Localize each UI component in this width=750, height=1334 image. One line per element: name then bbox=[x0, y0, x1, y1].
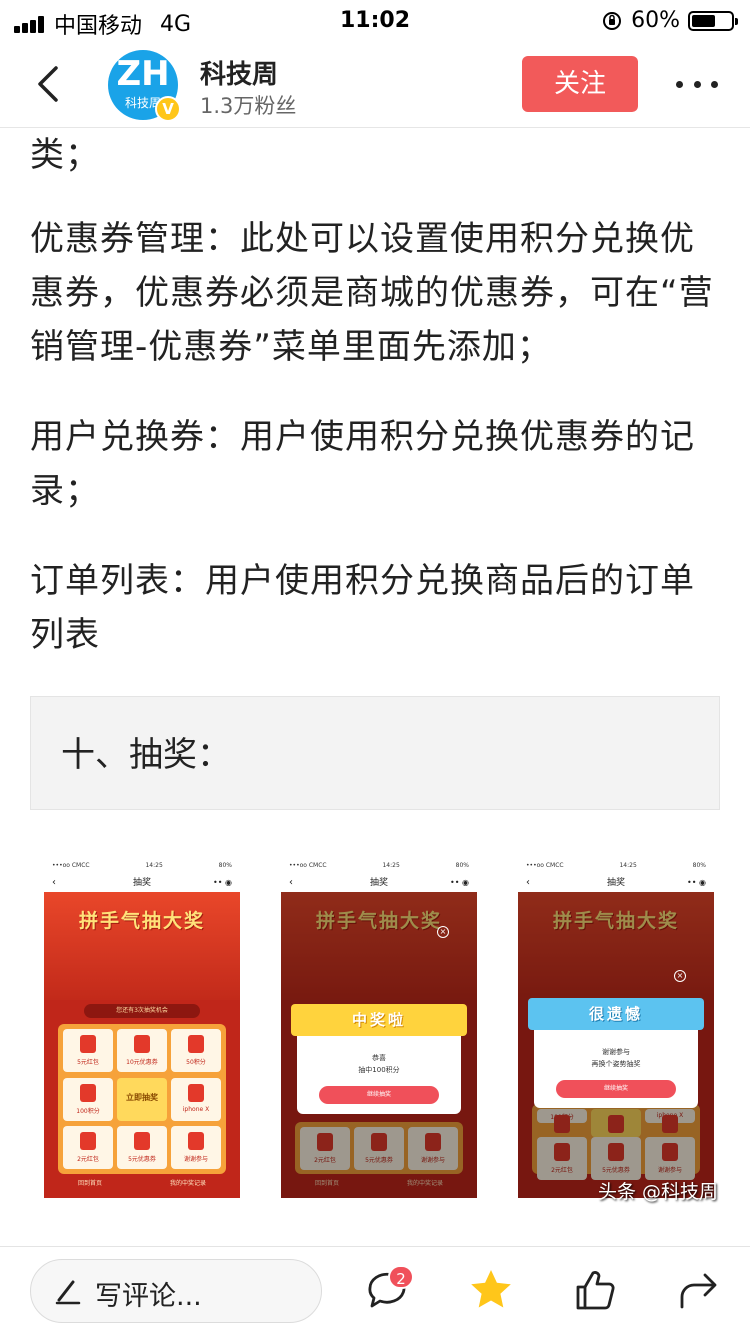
phone-battery: 80% bbox=[218, 862, 232, 869]
win-dialog: 中奖啦 恭喜 抽中100积分 继续抽奖 bbox=[291, 1004, 467, 1114]
prize-cell: 50积分 bbox=[171, 1029, 221, 1072]
phone-banner-area: 拼手气抽大奖 bbox=[44, 892, 240, 1000]
prize-cell: 2元红包 bbox=[63, 1126, 113, 1169]
pen-icon bbox=[55, 1280, 81, 1305]
phone-time: 14:25 bbox=[382, 862, 400, 869]
section-heading-box: 十、抽奖： bbox=[30, 696, 720, 810]
follower-count: 1.3万粉丝 bbox=[200, 94, 297, 118]
phone-time: 14:25 bbox=[145, 862, 163, 869]
battery-icon bbox=[688, 10, 738, 31]
like-icon[interactable] bbox=[572, 1267, 618, 1313]
phone-screen: 拼手气抽大奖 100积分 iphone X 2元红包 5元优惠券 谢谢参与 × … bbox=[518, 892, 714, 1198]
phone-back-icon: ‹ bbox=[526, 877, 530, 888]
paragraph-user-coupons: 用户兑换券：用户使用积分兑换优惠券的记录； bbox=[30, 417, 695, 511]
comment-count-badge: 2 bbox=[388, 1265, 414, 1289]
dialog-line: 再换个姿势抽奖 bbox=[591, 1060, 641, 1068]
phone-battery: 80% bbox=[455, 862, 469, 869]
verified-badge: V bbox=[155, 96, 181, 122]
dialog-line: 谢谢参与 bbox=[602, 1048, 630, 1056]
follow-button[interactable]: 关注 bbox=[522, 56, 638, 112]
status-right: 60% bbox=[601, 8, 738, 33]
section-heading: 十、抽奖： bbox=[61, 735, 231, 775]
phone-footer-home: 回到首页 bbox=[77, 1180, 102, 1187]
dialog-line: 抽中100积分 bbox=[358, 1066, 400, 1074]
phone-chance-text: 您还有3次抽奖机会 bbox=[84, 1004, 200, 1018]
close-icon: × bbox=[437, 926, 449, 938]
avatar-text: ZH bbox=[116, 54, 170, 94]
phone-nav-bar: ‹ 抽奖 •• ◉ bbox=[281, 874, 477, 892]
prize-cell: 10元优惠券 bbox=[117, 1029, 167, 1072]
phone-nav-bar: ‹ 抽奖 •• ◉ bbox=[44, 874, 240, 892]
phone-nav-bar: ‹ 抽奖 •• ◉ bbox=[518, 874, 714, 892]
prize-cell: 5元红包 bbox=[63, 1029, 113, 1072]
phone-back-icon: ‹ bbox=[52, 877, 56, 888]
phone-back-icon: ‹ bbox=[289, 877, 293, 888]
prize-cell: iphone X bbox=[171, 1077, 221, 1121]
phone-screen: 拼手气抽大奖 您还有3次抽奖机会 5元红包 10元优惠券 50积分 100积分 … bbox=[44, 892, 240, 1198]
phone-more-icon: •• ◉ bbox=[687, 878, 706, 887]
continue-draw-button: 继续抽奖 bbox=[319, 1086, 439, 1104]
close-icon: × bbox=[674, 970, 686, 982]
phone-carrier: •••oo CMCC bbox=[52, 862, 90, 869]
phone-screenshot-win: •••oo CMCC 14:25 80% ‹ 抽奖 •• ◉ 拼手气抽大奖 2元… bbox=[281, 858, 477, 1198]
dialog-line: 恭喜 bbox=[372, 1054, 386, 1062]
draw-now-cell: 立即抽奖 bbox=[117, 1077, 167, 1121]
phone-time: 14:25 bbox=[619, 862, 637, 869]
phone-status-bar: •••oo CMCC 14:25 80% bbox=[281, 858, 477, 874]
comment-input[interactable]: 写评论... bbox=[30, 1259, 322, 1323]
phone-nav-title: 抽奖 bbox=[132, 878, 151, 888]
account-name[interactable]: 科技周 bbox=[200, 54, 278, 91]
phone-more-icon: •• ◉ bbox=[450, 878, 469, 887]
prize-cell: 谢谢参与 bbox=[171, 1126, 221, 1169]
more-icon[interactable] bbox=[676, 72, 718, 96]
paragraph-fragment: 类； bbox=[30, 135, 100, 175]
phone-footer-records: 我的中奖记录 bbox=[169, 1180, 206, 1187]
dialog-title: 中奖啦 bbox=[291, 1004, 467, 1036]
orientation-lock-icon bbox=[603, 11, 622, 30]
comment-placeholder: 写评论... bbox=[95, 1281, 202, 1312]
continue-draw-button: 继续抽奖 bbox=[556, 1080, 676, 1098]
phone-nav-title: 抽奖 bbox=[369, 878, 388, 888]
phone-battery: 80% bbox=[692, 862, 706, 869]
back-arrow-icon[interactable] bbox=[30, 62, 70, 106]
phone-more-icon: •• ◉ bbox=[213, 878, 232, 887]
paragraph-coupon-management: 优惠券管理：此处可以设置使用积分兑换优惠券，优惠券必须是商城的优惠券，可在“营销… bbox=[30, 219, 714, 367]
article-header: ZH 科技周 V 科技周 1.3万粉丝 关注 bbox=[0, 40, 750, 128]
status-bar: 中国移动 4G 11:02 60% bbox=[0, 0, 750, 40]
prize-cell: 5元优惠券 bbox=[117, 1126, 167, 1169]
phone-screen: 拼手气抽大奖 2元红包 5元优惠券 谢谢参与 回到首页 我的中奖记录 × 中奖啦… bbox=[281, 892, 477, 1198]
phone-nav-title: 抽奖 bbox=[606, 878, 625, 888]
phone-status-bar: •••oo CMCC 14:25 80% bbox=[518, 858, 714, 874]
phone-status-bar: •••oo CMCC 14:25 80% bbox=[44, 858, 240, 874]
battery-percent: 60% bbox=[631, 8, 680, 33]
phone-carrier: •••oo CMCC bbox=[526, 862, 564, 869]
prize-grid: 5元红包 10元优惠券 50积分 100积分 立即抽奖 iphone X 2元红… bbox=[58, 1024, 226, 1174]
dialog-title: 很遗憾 bbox=[528, 998, 704, 1030]
star-icon[interactable] bbox=[468, 1267, 514, 1313]
paragraph-order-list: 订单列表：用户使用积分兑换商品后的订单列表 bbox=[30, 561, 695, 655]
phone-carrier: •••oo CMCC bbox=[289, 862, 327, 869]
phone-screenshot-lose: •••oo CMCC 14:25 80% ‹ 抽奖 •• ◉ 拼手气抽大奖 10… bbox=[518, 858, 714, 1198]
prize-cell: 100积分 bbox=[63, 1077, 113, 1121]
phone-footer: 回到首页 我的中奖记录 bbox=[44, 1178, 240, 1187]
phone-screenshot-lottery: •••oo CMCC 14:25 80% ‹ 抽奖 •• ◉ 拼手气抽大奖 您还… bbox=[44, 858, 240, 1198]
phone-banner-title: 拼手气抽大奖 bbox=[78, 910, 205, 932]
share-icon[interactable] bbox=[676, 1267, 722, 1313]
bottom-action-bar: 写评论... 2 bbox=[0, 1246, 750, 1334]
lose-dialog: 很遗憾 谢谢参与 再换个姿势抽奖 继续抽奖 bbox=[528, 998, 704, 1108]
image-watermark: 头条 @科技周 bbox=[598, 1181, 719, 1203]
